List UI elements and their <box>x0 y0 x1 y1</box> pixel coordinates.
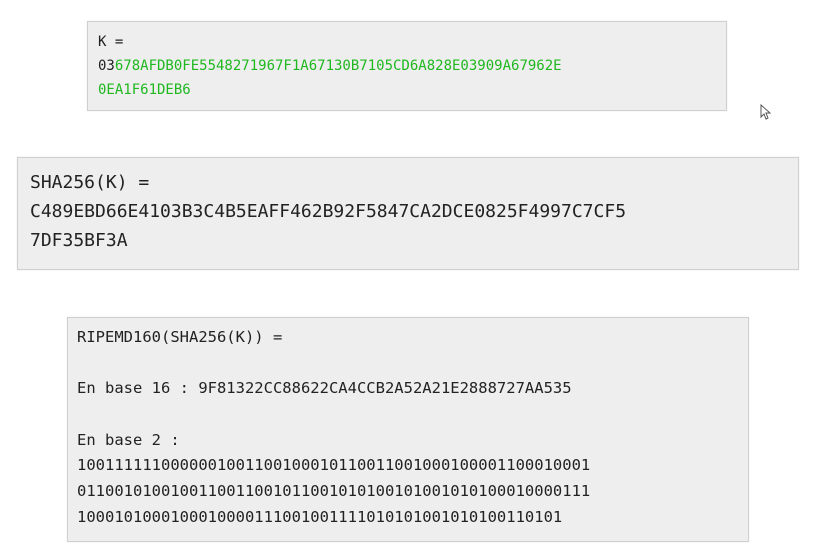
sha256-hex-line-2: 7DF35BF3A <box>30 230 128 251</box>
sha256-label: SHA256(K) = <box>30 172 150 193</box>
mouse-cursor-icon <box>760 104 771 120</box>
sha256-box: SHA256(K) = C489EBD66E4103B3C4B5EAFF462B… <box>17 157 799 270</box>
key-box: K = 03678AFDB0FE5548271967F1A67130B7105C… <box>87 21 727 111</box>
key-hex-line-1: 03678AFDB0FE5548271967F1A67130B7105CD6A8… <box>98 54 716 78</box>
key-hex-line-2: 0EA1F61DEB6 <box>98 82 191 98</box>
key-label: K = <box>98 34 124 50</box>
base2-line-1: 1001111110000001001100100010110011001000… <box>77 456 591 475</box>
base16-line: En base 16 : 9F81322CC88622CA4CCB2A52A21… <box>77 379 572 398</box>
base2-label: En base 2 : <box>77 430 180 449</box>
ripemd160-label: RIPEMD160(SHA256(K)) = <box>77 328 283 346</box>
ripemd160-box: RIPEMD160(SHA256(K)) = En base 16 : 9F81… <box>67 317 749 542</box>
key-hex-highlight-1: 678AFDB0FE5548271967F1A67130B7105CD6A828… <box>114 58 562 74</box>
key-prefix: 03 <box>98 58 115 74</box>
sha256-hex-line-1: C489EBD66E4103B3C4B5EAFF462B92F5847CA2DC… <box>30 201 627 222</box>
base2-line-3: 1000101000100010000111001001111010101001… <box>77 507 563 526</box>
base2-line-2: 0110010100100110011001011001010100101001… <box>77 482 591 501</box>
